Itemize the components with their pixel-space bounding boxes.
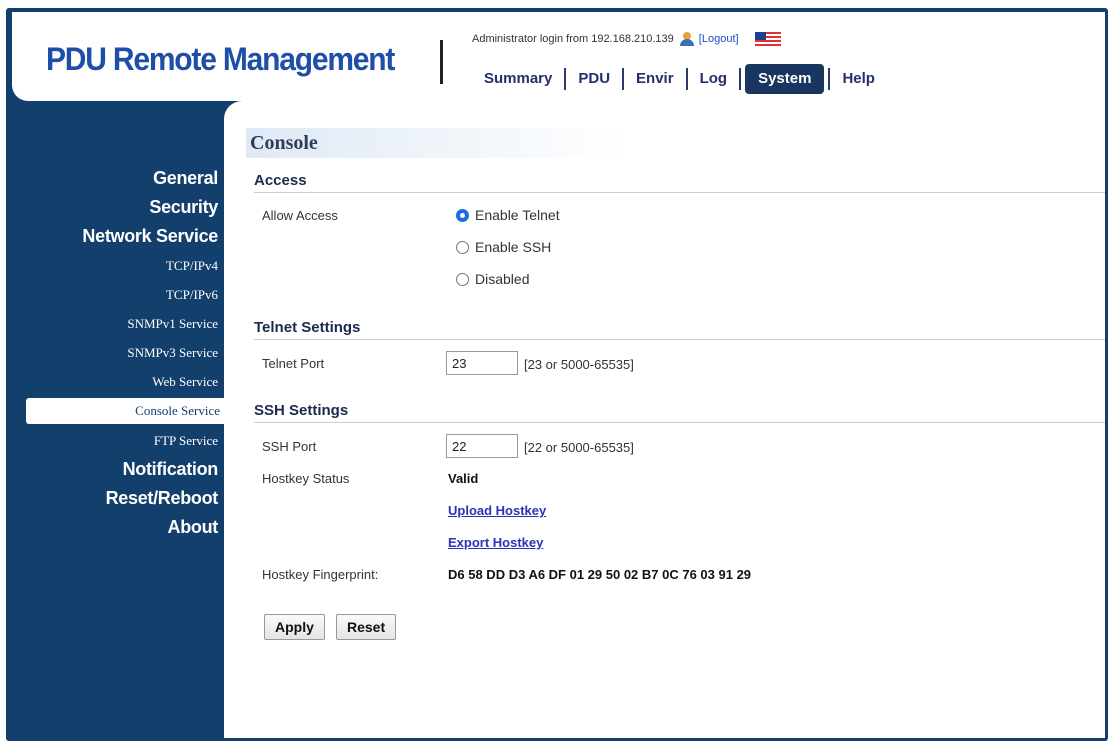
telnet-section-heading: Telnet Settings — [254, 319, 1105, 340]
sidebar-item-network-service[interactable]: Network Service — [82, 226, 218, 247]
tab-separator — [739, 68, 742, 90]
radio-unchecked-icon — [456, 272, 469, 286]
main-content: Console Access Allow Access Enable Telne… — [224, 101, 1105, 738]
logout-link[interactable]: [Logout] — [699, 33, 739, 45]
app-logo: PDU Remote Management — [46, 42, 395, 78]
export-hostkey-link[interactable]: Export Hostkey — [448, 535, 543, 550]
hostkey-status-label: Hostkey Status — [262, 471, 350, 486]
radio-enable-telnet[interactable]: Enable Telnet — [456, 207, 560, 223]
tab-envir[interactable]: Envir — [624, 64, 686, 94]
sidebar: General Security Network Service TCP/IPv… — [12, 101, 226, 738]
sidebar-item-about[interactable]: About — [168, 517, 219, 538]
header: PDU Remote Management Administrator logi… — [12, 12, 1105, 101]
apply-button[interactable]: Apply — [264, 614, 325, 640]
sidebar-item-web-service[interactable]: Web Service — [152, 374, 218, 390]
ssh-port-hint: [22 or 5000-65535] — [524, 440, 634, 455]
tab-help[interactable]: Help — [830, 64, 887, 94]
tab-system[interactable]: System — [745, 64, 825, 94]
radio-enable-ssh[interactable]: Enable SSH — [456, 239, 551, 255]
radio-checked-icon — [456, 208, 469, 222]
access-section-heading: Access — [254, 172, 1105, 193]
sidebar-item-notification[interactable]: Notification — [123, 459, 219, 480]
sidebar-item-tcp-ipv4[interactable]: TCP/IPv4 — [166, 258, 218, 274]
page-title: Console — [246, 128, 626, 158]
us-flag-icon[interactable] — [754, 32, 781, 46]
telnet-port-hint: [23 or 5000-65535] — [524, 357, 634, 372]
hostkey-fingerprint-value: D6 58 DD D3 A6 DF 01 29 50 02 B7 0C 76 0… — [448, 567, 752, 582]
login-info: Administrator login from 192.168.210.139… — [472, 32, 781, 46]
telnet-port-label: Telnet Port — [262, 356, 325, 371]
allow-access-label: Allow Access — [262, 208, 338, 223]
sidebar-item-ftp-service[interactable]: FTP Service — [154, 433, 218, 449]
ssh-section-heading: SSH Settings — [254, 402, 1105, 423]
tab-log[interactable]: Log — [688, 64, 740, 94]
tab-summary[interactable]: Summary — [472, 64, 564, 94]
telnet-port-input[interactable] — [446, 351, 518, 375]
radio-disabled[interactable]: Disabled — [456, 271, 529, 287]
sidebar-item-snmpv1-service[interactable]: SNMPv1 Service — [127, 316, 218, 332]
ssh-port-input[interactable] — [446, 434, 518, 458]
radio-unchecked-icon — [456, 240, 469, 254]
hostkey-fingerprint-label: Hostkey Fingerprint: — [262, 567, 379, 582]
login-text: Administrator login from 192.168.210.139 — [472, 33, 674, 45]
sidebar-item-reset-reboot[interactable]: Reset/Reboot — [106, 488, 219, 509]
radio-label: Enable SSH — [475, 239, 552, 255]
tab-pdu[interactable]: PDU — [566, 64, 622, 94]
sidebar-item-console-service[interactable]: Console Service — [26, 398, 226, 424]
header-divider — [440, 40, 443, 84]
ssh-port-label: SSH Port — [262, 439, 317, 454]
user-icon — [679, 32, 695, 46]
sidebar-item-general[interactable]: General — [153, 168, 218, 189]
radio-label: Disabled — [475, 271, 530, 287]
main-tabs: Summary PDU Envir Log System Help — [472, 64, 887, 94]
sidebar-item-security[interactable]: Security — [149, 197, 218, 218]
sidebar-item-snmpv3-service[interactable]: SNMPv3 Service — [127, 345, 218, 361]
upload-hostkey-link[interactable]: Upload Hostkey — [448, 503, 546, 518]
radio-label: Enable Telnet — [475, 207, 560, 223]
hostkey-status-value: Valid — [448, 471, 479, 486]
sidebar-item-tcp-ipv6[interactable]: TCP/IPv6 — [166, 287, 218, 303]
reset-button[interactable]: Reset — [336, 614, 397, 640]
